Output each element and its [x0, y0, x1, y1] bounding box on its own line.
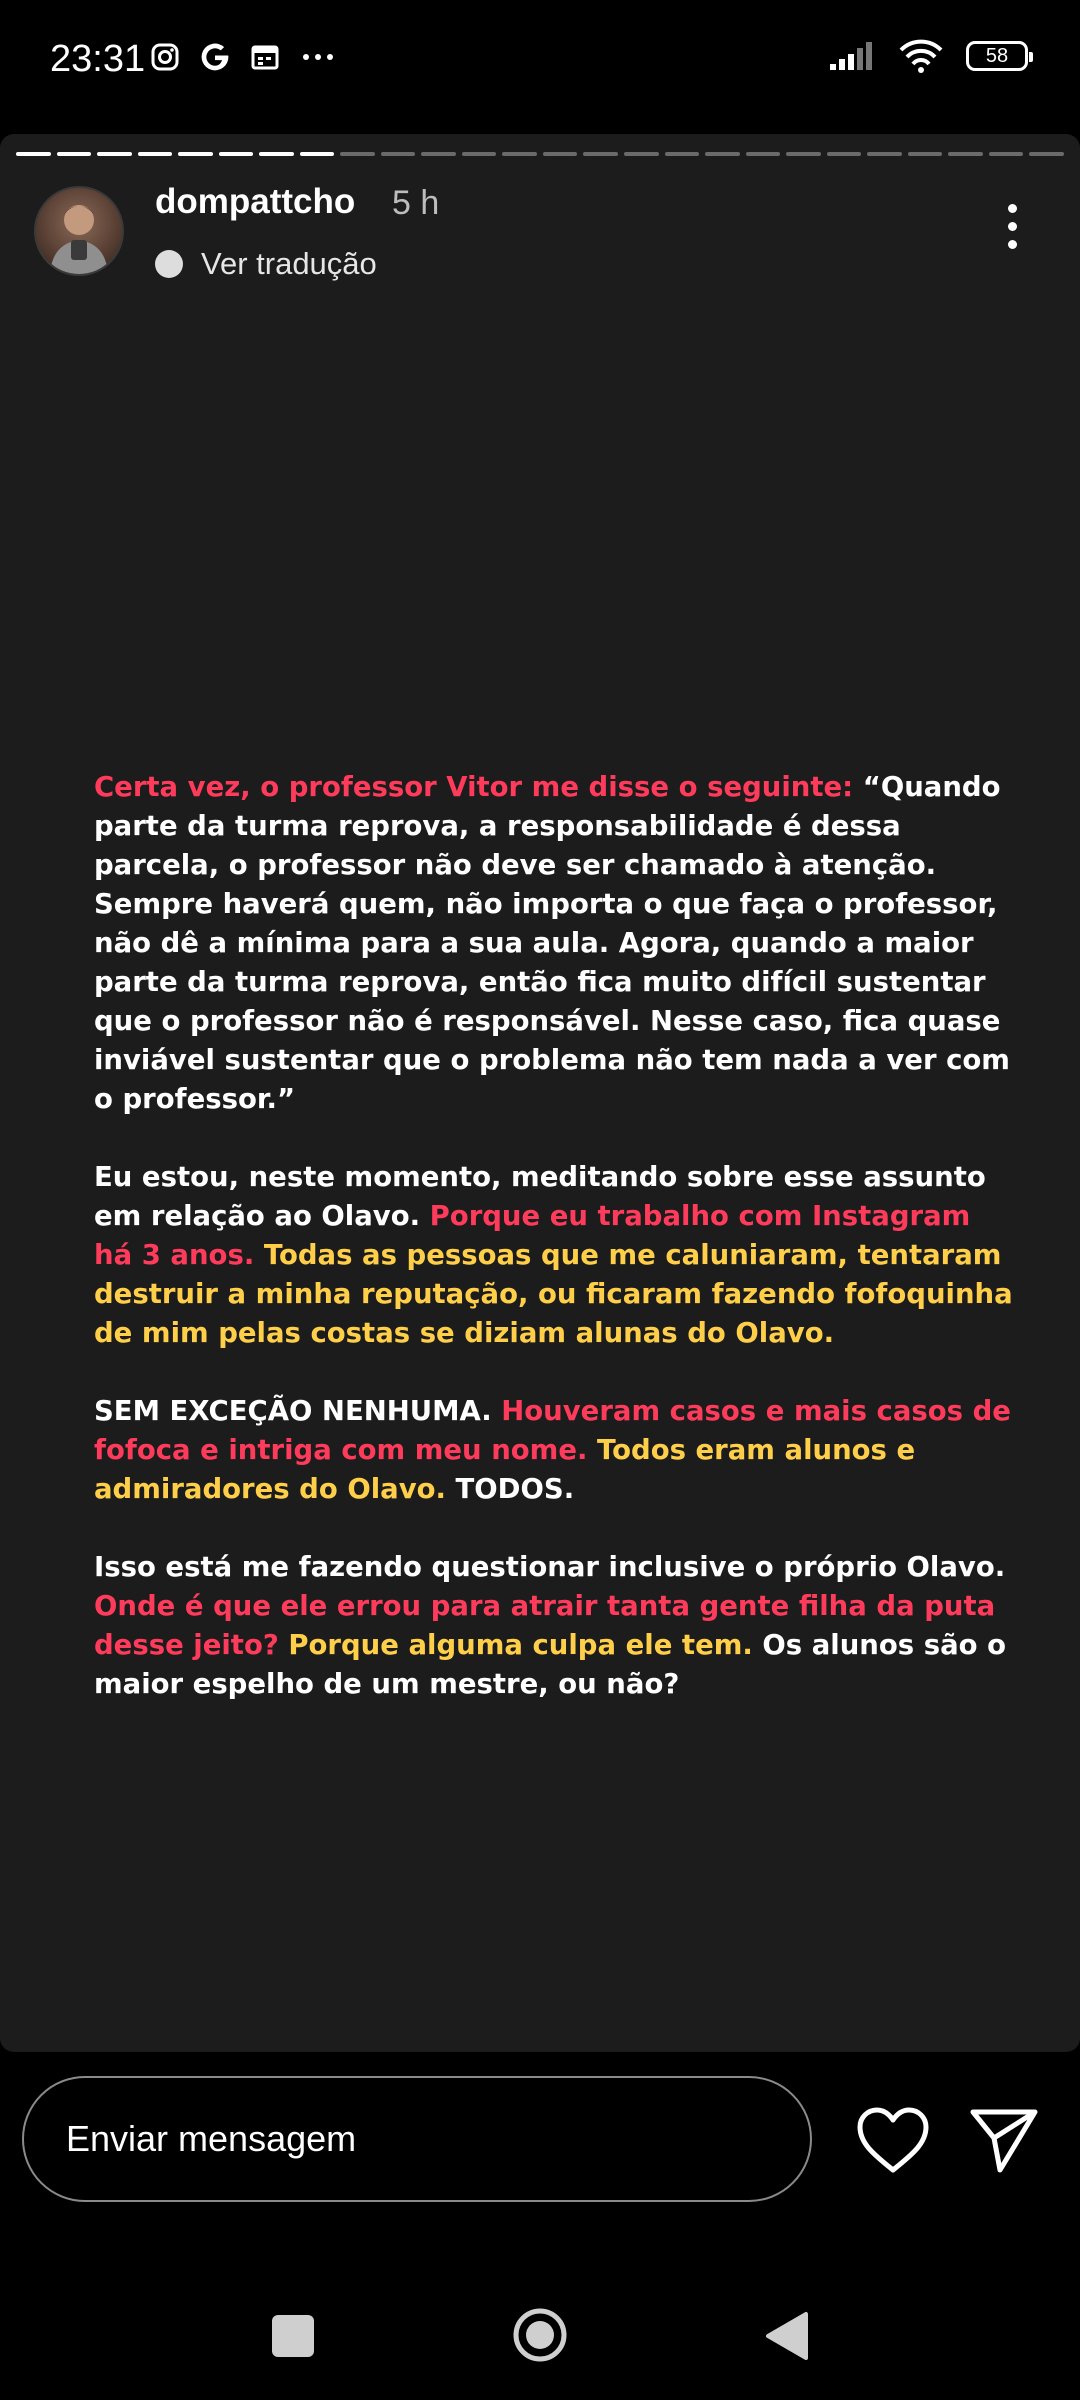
google-icon [201, 43, 229, 71]
message-placeholder: Enviar mensagem [66, 2118, 357, 2159]
progress-segment [380, 152, 416, 156]
text-run: “Quando parte da turma reprova, a respon… [94, 771, 1010, 1115]
progress-segment [623, 152, 659, 156]
story-text: Certa vez, o professor Vitor me disse o … [94, 768, 1014, 1743]
paragraph-2: Eu estou, neste momento, meditando sobre… [94, 1158, 1014, 1353]
progress-segment [786, 152, 821, 156]
progress-segment [907, 152, 943, 156]
progress-segment [97, 152, 132, 156]
home-circle-icon[interactable] [511, 2306, 569, 2364]
battery-indicator: 58 [966, 41, 1033, 71]
translate-icon [155, 250, 183, 278]
progress-segment [137, 152, 173, 156]
progress-segment [988, 152, 1024, 156]
progress-segment [867, 152, 902, 156]
recents-square-icon[interactable] [272, 2315, 314, 2357]
paragraph-4: Isso está me fazendo questionar inclusiv… [94, 1548, 1014, 1704]
more-options-icon[interactable] [1004, 204, 1020, 260]
progress-segment [664, 152, 700, 156]
back-triangle-icon[interactable] [762, 2310, 810, 2362]
progress-segment [705, 152, 740, 156]
avatar-image [50, 205, 108, 274]
translate-label: Ver tradução [201, 246, 377, 281]
text-run: Isso está me fazendo questionar inclusiv… [94, 1551, 1006, 1583]
progress-segment [502, 152, 537, 156]
signal-icon [830, 42, 872, 70]
username[interactable]: dompattcho [155, 182, 355, 222]
text-run: Certa vez, o professor Vitor me disse o … [94, 771, 854, 803]
status-bar: 23:31 58 [0, 0, 1080, 120]
status-time: 23:31 [50, 38, 146, 80]
progress-segment [948, 152, 983, 156]
text-run: SEM EXCEÇÃO NENHUMA. [94, 1395, 502, 1427]
more-notifications-icon [303, 54, 333, 60]
paragraph-1: Certa vez, o professor Vitor me disse o … [94, 768, 1014, 1119]
progress-segment [178, 152, 213, 156]
progress-segment [421, 152, 456, 156]
progress-segment [56, 152, 92, 156]
wifi-icon [899, 39, 943, 73]
send-icon[interactable] [968, 2104, 1040, 2176]
progress-segment [259, 152, 294, 156]
translate-link[interactable]: Ver tradução [155, 246, 377, 282]
notification-icons [150, 40, 338, 74]
instagram-icon [151, 43, 179, 71]
story-progress-bar [16, 152, 1064, 158]
progress-segment [745, 152, 781, 156]
progress-segment [299, 152, 335, 156]
progress-segment [461, 152, 497, 156]
progress-segment [826, 152, 862, 156]
text-run: Porque alguma culpa ele tem. [278, 1629, 753, 1661]
message-input[interactable]: Enviar mensagem [22, 2076, 812, 2202]
progress-segment [340, 152, 375, 156]
paragraph-3: SEM EXCEÇÃO NENHUMA. Houveram casos e ma… [94, 1392, 1014, 1509]
heart-icon[interactable] [855, 2106, 931, 2176]
progress-segment [583, 152, 618, 156]
calendar-icon [251, 45, 279, 70]
text-run: TODOS. [445, 1473, 575, 1505]
progress-segment [16, 152, 51, 156]
system-icons: 58 [828, 38, 1033, 74]
progress-segment [542, 152, 578, 156]
progress-segment [218, 152, 254, 156]
story-viewer[interactable]: dompattcho 5 h Ver tradução Certa vez, o… [0, 134, 1080, 2052]
story-time-ago: 5 h [392, 184, 440, 222]
progress-segment [1029, 152, 1064, 156]
avatar[interactable] [34, 186, 124, 276]
